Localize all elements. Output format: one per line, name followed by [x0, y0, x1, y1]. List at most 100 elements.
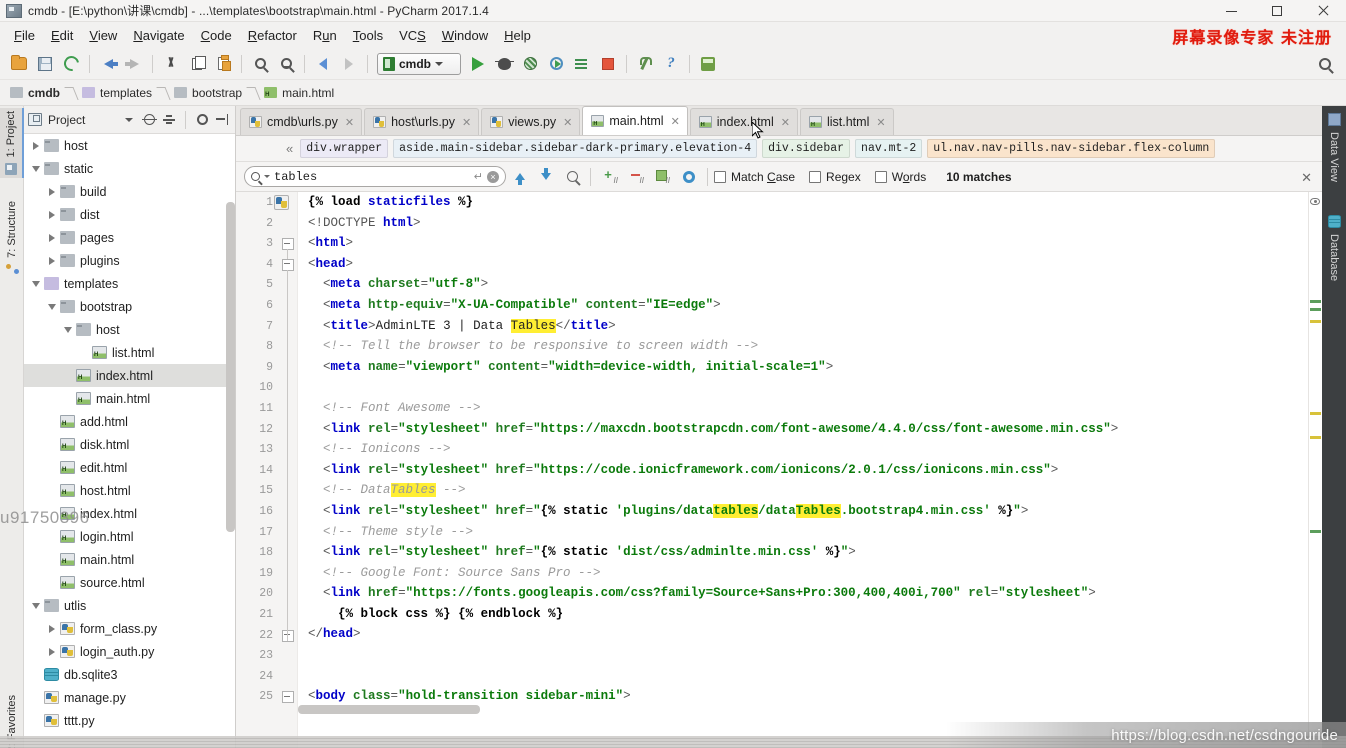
- tree-expander[interactable]: [44, 456, 60, 479]
- code-line[interactable]: <meta charset="utf-8">: [298, 274, 1322, 295]
- menu-tools[interactable]: Tools: [345, 25, 391, 46]
- menu-window[interactable]: Window: [434, 25, 496, 46]
- back-button[interactable]: [310, 51, 336, 77]
- code-line[interactable]: <title>AdminLTE 3 | Data Tables</title>: [298, 316, 1322, 337]
- fold-toggle-icon[interactable]: [282, 258, 294, 271]
- tree-item[interactable]: bootstrap: [24, 295, 235, 318]
- database-button[interactable]: [695, 51, 721, 77]
- close-tab-icon[interactable]: ✕: [671, 115, 680, 128]
- menu-view[interactable]: View: [81, 25, 125, 46]
- tree-item[interactable]: source.html: [24, 571, 235, 594]
- tree-expander[interactable]: [44, 203, 60, 226]
- code-line[interactable]: [298, 645, 1322, 666]
- tree-expander[interactable]: [28, 709, 44, 732]
- locate-file-button[interactable]: [140, 111, 158, 129]
- close-find-button[interactable]: ✕: [1301, 170, 1312, 186]
- tree-item[interactable]: host: [24, 134, 235, 157]
- find-settings-button[interactable]: [677, 165, 701, 189]
- editor-tab-cmdb-urls-py[interactable]: cmdb\urls.py ✕: [240, 108, 363, 135]
- code-line[interactable]: [298, 666, 1322, 687]
- breadcrumb-item-bootstrap[interactable]: bootstrap: [172, 86, 244, 100]
- sync-button[interactable]: [58, 51, 84, 77]
- code-line[interactable]: <link rel="stylesheet" href="https://cod…: [298, 460, 1322, 481]
- minimize-button[interactable]: [1208, 0, 1254, 22]
- project-tree-scrollbar[interactable]: [226, 202, 235, 532]
- help-button[interactable]: ?: [658, 51, 684, 77]
- tree-expander[interactable]: [60, 387, 76, 410]
- find-replace-button[interactable]: [273, 51, 299, 77]
- structure-chip[interactable]: aside.main-sidebar.sidebar-dark-primary.…: [393, 139, 758, 158]
- words-checkbox[interactable]: Words: [874, 170, 926, 184]
- code-line[interactable]: <!DOCTYPE html>: [298, 213, 1322, 234]
- code-line[interactable]: <!-- Ionicons -->: [298, 439, 1322, 460]
- tree-item[interactable]: edit.html: [24, 456, 235, 479]
- tree-expander[interactable]: [28, 663, 44, 686]
- tree-item[interactable]: form_class.py: [24, 617, 235, 640]
- tree-item[interactable]: db.sqlite3: [24, 663, 235, 686]
- breadcrumb-collapse-button[interactable]: «: [286, 141, 293, 156]
- code-line[interactable]: <link rel="stylesheet" href="https://max…: [298, 419, 1322, 440]
- profile-button[interactable]: [543, 51, 569, 77]
- project-tree[interactable]: host static build dist pages plugins templates…: [24, 134, 235, 748]
- breadcrumb-item-main-html[interactable]: main.html: [262, 86, 336, 100]
- project-settings-button[interactable]: [193, 111, 211, 129]
- tree-expander[interactable]: [44, 226, 60, 249]
- tree-expander[interactable]: [44, 410, 60, 433]
- code-line[interactable]: <!-- Google Font: Source Sans Pro -->: [298, 563, 1322, 584]
- tree-item[interactable]: disk.html: [24, 433, 235, 456]
- tree-item[interactable]: pages: [24, 226, 235, 249]
- menu-navigate[interactable]: Navigate: [125, 25, 192, 46]
- tree-expander[interactable]: [44, 571, 60, 594]
- fold-toggle-icon[interactable]: [282, 691, 294, 704]
- breadcrumb-item-templates[interactable]: templates: [80, 86, 154, 100]
- tree-item[interactable]: plugins: [24, 249, 235, 272]
- project-view-dropdown-button[interactable]: [120, 111, 138, 129]
- tree-item[interactable]: host.html: [24, 479, 235, 502]
- tree-expander[interactable]: [60, 364, 76, 387]
- code-line[interactable]: <link rel="stylesheet" href="{% static '…: [298, 501, 1322, 522]
- close-tab-icon[interactable]: ✕: [781, 116, 790, 129]
- tree-expander[interactable]: [44, 249, 60, 272]
- code-line[interactable]: {% block css %} {% endblock %}: [298, 604, 1322, 625]
- tree-item[interactable]: login.html: [24, 525, 235, 548]
- code-line[interactable]: <link rel="stylesheet" href="{% static '…: [298, 542, 1322, 563]
- undo-button[interactable]: [95, 51, 121, 77]
- regex-checkbox[interactable]: Regex: [809, 170, 861, 184]
- code-line[interactable]: <!-- Font Awesome -->: [298, 398, 1322, 419]
- clear-icon[interactable]: ×: [487, 170, 499, 183]
- structure-chip[interactable]: nav.mt-2: [855, 139, 923, 158]
- save-all-button[interactable]: [32, 51, 58, 77]
- close-tab-icon[interactable]: ✕: [563, 116, 572, 129]
- tree-item[interactable]: main.html: [24, 387, 235, 410]
- tree-expander[interactable]: [44, 617, 60, 640]
- occurrence-marker[interactable]: [1310, 308, 1321, 311]
- add-selection-button[interactable]: [599, 165, 623, 189]
- sidebar-item-database[interactable]: Database: [1322, 212, 1346, 284]
- close-tab-icon[interactable]: ✕: [462, 116, 471, 129]
- code-line[interactable]: <!-- Tell the browser to be responsive t…: [298, 336, 1322, 357]
- collapse-all-button[interactable]: [160, 111, 178, 129]
- sidebar-item-project[interactable]: 1: Project: [0, 108, 24, 179]
- editor-tab-main-html[interactable]: main.html ✕: [582, 106, 688, 135]
- tree-item[interactable]: main.html: [24, 548, 235, 571]
- tree-expander[interactable]: [28, 594, 44, 617]
- tree-item[interactable]: login_auth.py: [24, 640, 235, 663]
- occurrence-marker[interactable]: [1310, 300, 1321, 303]
- tree-expander[interactable]: [28, 157, 44, 180]
- forward-button[interactable]: [336, 51, 362, 77]
- close-tab-icon[interactable]: ✕: [876, 116, 885, 129]
- code-line[interactable]: <!-- Theme style -->: [298, 522, 1322, 543]
- find-previous-button[interactable]: [508, 165, 532, 189]
- menu-code[interactable]: Code: [193, 25, 240, 46]
- structure-chip[interactable]: div.wrapper: [300, 139, 389, 158]
- chevron-down-icon[interactable]: [264, 175, 270, 178]
- tree-expander[interactable]: [28, 134, 44, 157]
- sidebar-item-structure[interactable]: 7: Structure: [0, 198, 24, 280]
- tree-expander[interactable]: [28, 272, 44, 295]
- hide-panel-button[interactable]: [213, 111, 231, 129]
- close-button[interactable]: [1300, 0, 1346, 22]
- tree-expander[interactable]: [44, 548, 60, 571]
- tree-expander[interactable]: [44, 433, 60, 456]
- cut-button[interactable]: [158, 51, 184, 77]
- tree-expander[interactable]: [28, 686, 44, 709]
